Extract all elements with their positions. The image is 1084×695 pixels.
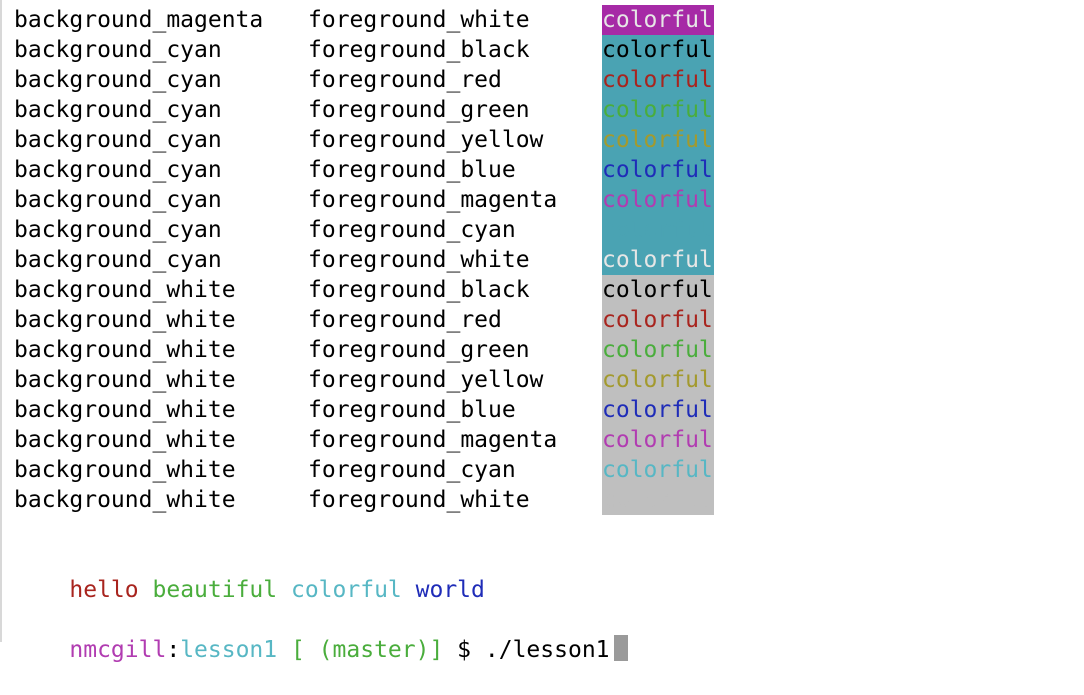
foreground-name-cell: foreground_green [308,97,530,123]
greeting-line: hello beautiful colorful world [14,545,484,603]
greeting-word-hello: hello [69,577,139,603]
background-name-cell: background_cyan [14,67,222,93]
foreground-name-cell: foreground_blue [308,397,516,423]
foreground-name-cell: foreground_red [308,67,502,93]
command-input[interactable]: ./lesson1 [485,637,610,663]
color-sample-cell: colorful [602,245,714,275]
color-sample-cell: colorful [602,155,714,185]
foreground-name-cell: foreground_white [308,487,530,513]
background-name-cell: background_cyan [14,247,222,273]
prompt-directory: lesson1 [180,637,278,663]
shell-prompt-line[interactable]: nmcgill:lesson1 [ (master)] $ ./lesson1 [14,605,628,663]
color-sample-cell: colorful [602,185,714,215]
color-sample-cell: colorful [602,485,714,515]
color-sample-cell: colorful [602,425,714,455]
foreground-name-cell: foreground_cyan [308,217,516,243]
foreground-name-cell: foreground_yellow [308,127,544,153]
greeting-word-beautiful: beautiful [152,577,278,603]
background-name-cell: background_white [14,427,236,453]
foreground-name-cell: foreground_white [308,247,530,273]
terminal-window[interactable]: background_magenta foreground_white colorf… [0,0,1084,663]
background-name-cell: background_white [14,397,236,423]
color-sample-cell: colorful [602,215,714,245]
color-sample-cell: colorful [602,365,714,395]
foreground-name-cell: foreground_cyan [308,457,516,483]
prompt-git-branch: [ (master)] [290,637,444,663]
foreground-name-cell: foreground_green [308,337,530,363]
foreground-name-cell: foreground_blue [308,157,516,183]
foreground-name-cell: foreground_white [308,7,530,33]
prompt-user: nmcgill [69,637,167,663]
background-name-cell: background_white [14,307,236,333]
prompt-symbol: $ [457,637,472,663]
background-name-cell: background_white [14,337,236,363]
foreground-name-cell: foreground_black [308,277,530,303]
color-sample-cell: colorful [602,305,714,335]
color-sample-cell: colorful [602,5,714,35]
background-name-cell: background_white [14,487,236,513]
background-name-cell: background_white [14,457,236,483]
color-sample-cell: colorful [602,95,714,125]
background-name-cell: background_cyan [14,127,222,153]
color-sample-cell: colorful [602,395,714,425]
color-sample-cell: colorful [602,455,714,485]
greeting-word-colorful: colorful [290,577,402,603]
background-name-cell: background_white [14,367,236,393]
prompt-separator: : [166,637,181,663]
text-cursor [613,635,628,661]
foreground-name-cell: foreground_red [308,307,502,333]
background-name-cell: background_cyan [14,97,222,123]
color-sample-cell: colorful [602,335,714,365]
background-name-cell: background_white [14,277,236,303]
background-name-cell: background_magenta [14,7,264,33]
color-sample-cell: colorful [602,65,714,95]
background-name-cell: background_cyan [14,187,222,213]
foreground-name-cell: foreground_magenta [308,427,558,453]
color-sample-cell: colorful [602,35,714,65]
color-sample-cell: colorful [602,275,714,305]
background-name-cell: background_cyan [14,217,222,243]
foreground-name-cell: foreground_yellow [308,367,544,393]
background-name-cell: background_cyan [14,157,222,183]
foreground-name-cell: foreground_black [308,37,530,63]
color-sample-cell: colorful [602,125,714,155]
background-name-cell: background_cyan [14,37,222,63]
greeting-word-world: world [415,577,485,603]
foreground-name-cell: foreground_magenta [308,187,558,213]
